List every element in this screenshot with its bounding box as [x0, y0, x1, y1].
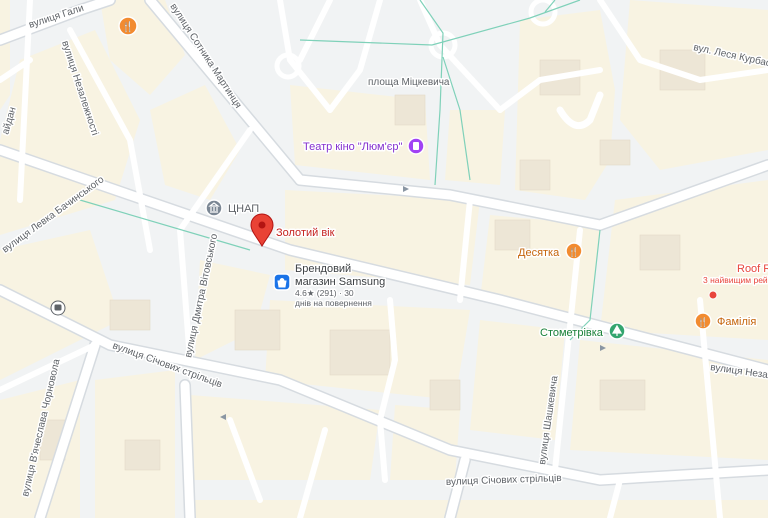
tsnap-marker[interactable]: ЦНАП [205, 199, 261, 217]
bus-stop-marker[interactable] [50, 300, 66, 316]
film-icon [413, 142, 419, 150]
samsung-rating: 4.6★ (291) · 30 [295, 288, 354, 298]
zolotyi-vik-label: Золотий вік [276, 227, 335, 239]
desiatka-label: Десятка [518, 247, 560, 259]
samsung-return-policy: днів на повернення [295, 298, 372, 308]
roof-label: Roof R [737, 263, 768, 275]
street-mitskevycha: площа Міцкевича [368, 77, 450, 88]
fork-knife-icon: 🍴 [122, 20, 134, 33]
cinema-label: Театр кіно "Люм'єр" [303, 141, 402, 153]
fork-knife-icon: 🍴 [568, 246, 579, 258]
square-paths [274, 0, 558, 80]
familiia-marker[interactable]: 🍴 Фамілія [694, 312, 758, 330]
map-canvas[interactable]: вулиця Гали вулиця Сотника Мартинця вули… [0, 0, 768, 518]
fork-knife-icon: 🍴 [697, 316, 708, 328]
bus-stop-icon [54, 304, 62, 311]
samsung-name-line1: Брендовий [295, 263, 351, 275]
tsnap-label: ЦНАП [228, 203, 259, 215]
restaurant-marker[interactable]: 🍴 [118, 16, 138, 36]
samsung-name-line2: магазин Samsung [295, 276, 385, 288]
stometrivka-label: Стометрівка [540, 327, 604, 339]
roof-sublabel: 3 найвищим рей [703, 275, 768, 285]
familiia-label: Фамілія [717, 316, 756, 328]
